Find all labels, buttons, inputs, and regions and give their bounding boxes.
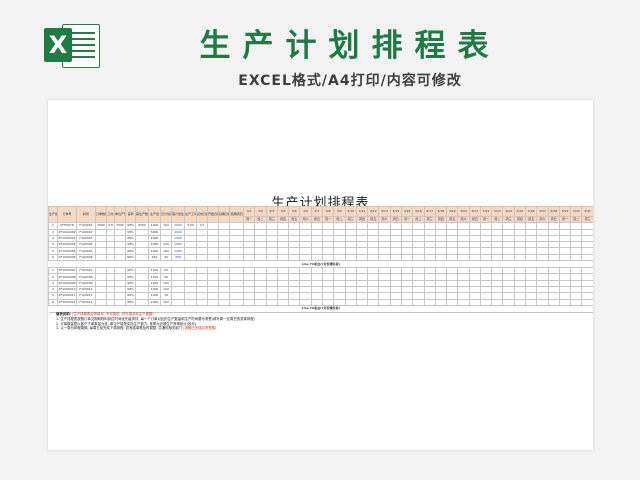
spreadsheet-preview: 生产计划排程表 生产顺序订单号料号订单数量工时单位产能良率需生产数量生产批已计划… — [48, 100, 593, 450]
notes-line-3-red: (排程已完成后须签核) — [183, 326, 217, 331]
day-header: 3/7 — [310, 206, 323, 217]
excel-x-icon: X — [44, 28, 72, 62]
day-header: 3/28 — [547, 206, 560, 217]
notes-head-red: (生产排程表必须填写, 不可更改, 仅可按实际生产调整) — [72, 312, 154, 316]
day-header: 3/19 — [446, 206, 459, 217]
day-header: 3/24 — [502, 206, 515, 217]
column-header: 生产批 — [148, 205, 161, 224]
day-header: 3/15 — [400, 206, 414, 217]
day-header: 3/30 — [570, 206, 583, 217]
page-title: 生产计划排程表 — [199, 28, 501, 64]
column-header: 生产工时 — [184, 205, 197, 224]
day-header: 3/2 — [254, 206, 267, 217]
day-header: 3/14 — [389, 206, 402, 217]
day-header: 3/13 — [378, 206, 391, 217]
notes: 填表说明: (生产排程表必须填写, 不可更改, 仅可按实际生产调整) 1. 生产… — [56, 312, 586, 331]
day-header: 3/12 — [367, 206, 380, 217]
column-header: 延期日期 — [218, 205, 230, 224]
day-header: 3/25 — [513, 206, 527, 217]
day-header: 3/22 — [479, 206, 493, 217]
day-header: 3/4 — [276, 206, 290, 217]
column-header: 开始日期 — [207, 205, 219, 224]
column-header: 生产顺序 — [48, 205, 58, 224]
column-header: 订单数量 — [95, 205, 107, 224]
day-header: 3/27 — [536, 206, 549, 217]
column-header: 已计划产数 — [160, 205, 172, 224]
day-header: 3/6 — [299, 206, 312, 217]
day-header: 3/18 — [434, 206, 448, 217]
day-header: 3/26 — [525, 206, 538, 217]
header-row: 生产顺序订单号料号订单数量工时单位产能良率需生产数量生产批已计划产数需计划生产量… — [48, 205, 593, 224]
day-header: 3/16 — [412, 206, 425, 217]
notes-line-3: 3. 以一周为排程周期, 每周五前完成下周排程, 如有插单需及时调整, 并通知相… — [56, 326, 183, 331]
column-header: 工时 — [106, 205, 115, 224]
day-header: 3/10 — [344, 206, 357, 217]
day-header: 3/29 — [558, 206, 572, 217]
column-header: 单位产能 — [114, 205, 126, 224]
day-header: 3/17 — [423, 206, 436, 217]
column-header: 良率 — [125, 205, 136, 224]
page-subtitle: EXCEL格式/A4打印/内容可修改 — [238, 73, 462, 89]
day-header: 3/3 — [265, 206, 278, 217]
day-header: 3/23 — [491, 206, 504, 217]
day-header: 3/11 — [355, 206, 369, 217]
day-header: 3/5 — [288, 206, 301, 217]
column-header: 订单号 — [57, 205, 77, 224]
day-header: 3/1 — [242, 206, 256, 217]
day-header: 3/21 — [468, 206, 481, 217]
column-header: 料号 — [76, 205, 96, 224]
schedule-table: 生产顺序订单号料号订单数量工时单位产能良率需生产数量生产批已计划产数需计划生产量… — [48, 205, 593, 313]
column-header: 完成日期 — [196, 205, 208, 224]
excel-logo: X — [44, 22, 100, 68]
day-header: 3/9 — [333, 206, 346, 217]
column-header: 延期原因 — [229, 205, 244, 224]
notes-head: 填表说明: — [56, 312, 71, 316]
column-header: 需计划生产量 — [171, 205, 185, 224]
line-subtotal-row: Line 7A机台(7月份满负荷) — [48, 260, 593, 269]
day-header: 3/20 — [457, 206, 470, 217]
column-header: 需生产数量 — [135, 205, 149, 224]
line-label: Line 7A机台(7月份满负荷) — [48, 260, 593, 269]
day-header: 3/31 — [581, 206, 593, 217]
day-header: 3/8 — [321, 206, 335, 217]
